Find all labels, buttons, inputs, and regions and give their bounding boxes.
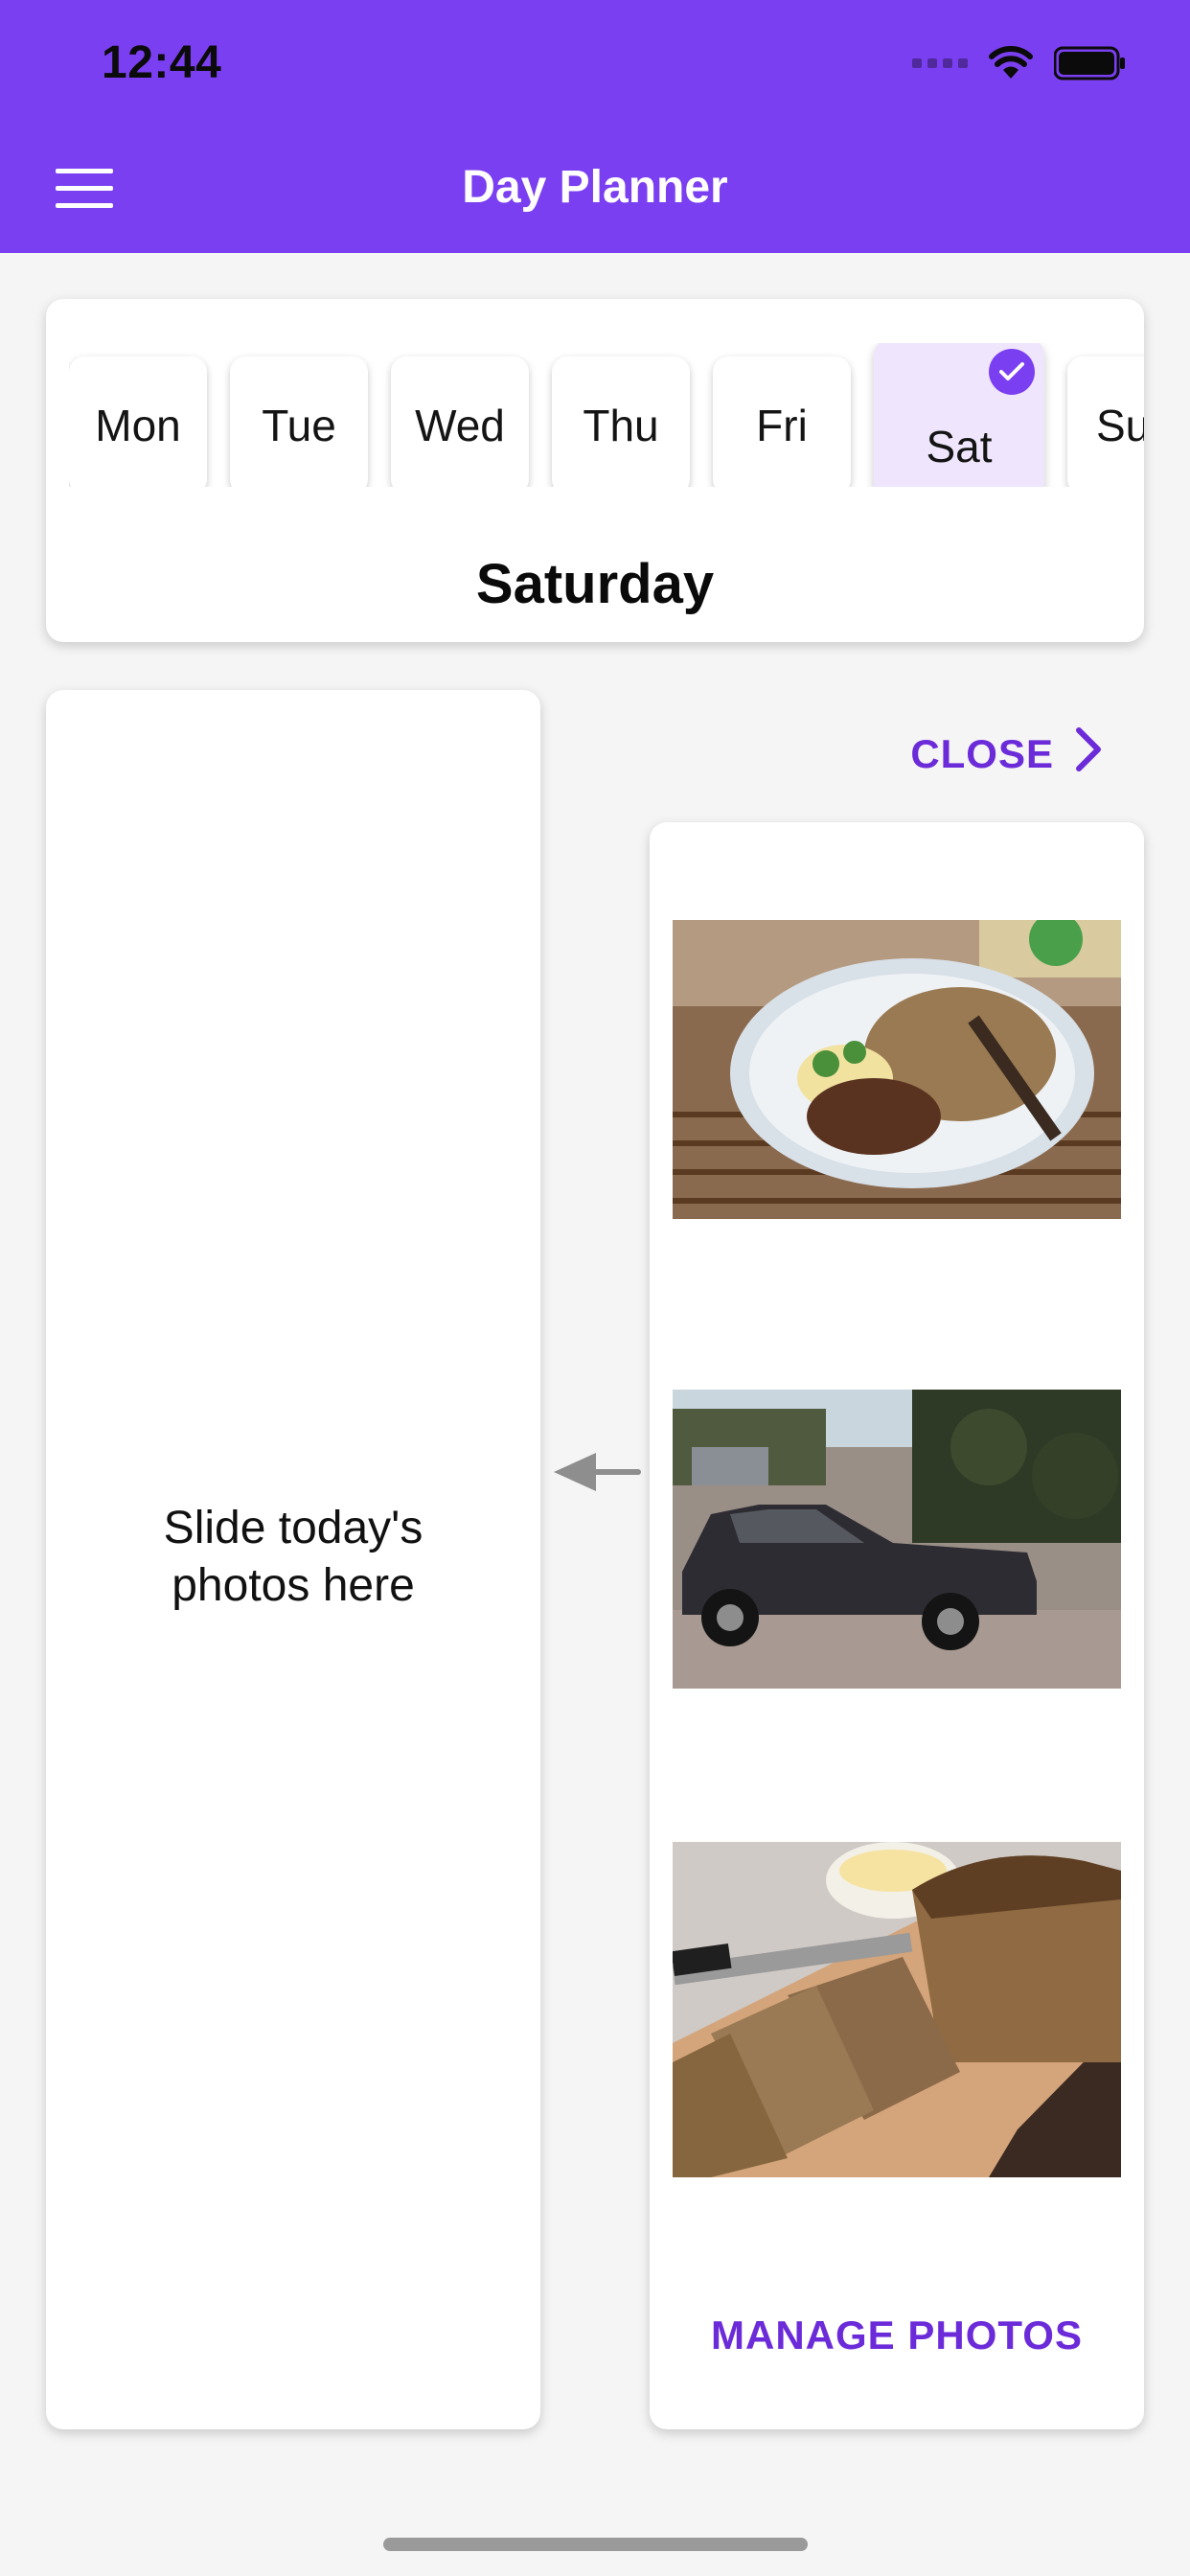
photo-panel: MANAGE PHOTOS bbox=[650, 822, 1144, 2429]
day-chip-label: Wed bbox=[415, 401, 505, 450]
home-indicator[interactable] bbox=[383, 2538, 808, 2551]
day-chip-wed[interactable]: Wed bbox=[391, 356, 529, 487]
day-chip-tue[interactable]: Tue bbox=[230, 356, 368, 487]
app-bar: 12:44 Day Planner bbox=[0, 0, 1190, 253]
battery-icon bbox=[1054, 46, 1127, 80]
cellular-signal-icon bbox=[912, 58, 968, 68]
app-title: Day Planner bbox=[462, 162, 728, 213]
day-chip-label: Tue bbox=[262, 401, 336, 450]
day-chip-label: Su bbox=[1096, 401, 1144, 450]
close-button[interactable]: CLOSE bbox=[910, 726, 1102, 782]
photo-drop-zone[interactable]: Slide today's photos here bbox=[46, 690, 540, 2429]
wifi-icon bbox=[989, 46, 1033, 80]
plate-of-food-photo[interactable] bbox=[673, 920, 1121, 1219]
check-icon bbox=[989, 349, 1035, 395]
chevron-right-icon bbox=[1075, 726, 1102, 782]
day-chip-fri[interactable]: Fri bbox=[713, 356, 851, 487]
day-chip-label: Fri bbox=[756, 401, 808, 450]
day-selector-card: Mon Tue Wed Thu Fri Sat Su Saturday bbox=[46, 299, 1144, 642]
arrow-left-icon bbox=[552, 1447, 644, 1502]
close-label: CLOSE bbox=[910, 731, 1054, 776]
status-time: 12:44 bbox=[102, 37, 222, 88]
day-chip-label: Mon bbox=[95, 401, 181, 450]
day-chip-sat[interactable]: Sat bbox=[874, 343, 1044, 487]
day-chip-mon[interactable]: Mon bbox=[69, 356, 207, 487]
drop-zone-hint: Slide today's photos here bbox=[163, 1503, 423, 1611]
old-car-photo[interactable] bbox=[673, 1390, 1121, 1689]
day-chip-label: Thu bbox=[583, 401, 659, 450]
day-chip-sun[interactable]: Su bbox=[1067, 356, 1144, 487]
manage-photos-button[interactable]: MANAGE PHOTOS bbox=[650, 2312, 1144, 2358]
day-chip-label: Sat bbox=[926, 422, 993, 472]
status-icons bbox=[912, 44, 1127, 82]
day-chip-strip[interactable]: Mon Tue Wed Thu Fri Sat Su bbox=[69, 343, 1144, 487]
selected-day-title: Saturday bbox=[475, 553, 715, 615]
day-chip-thu[interactable]: Thu bbox=[552, 356, 690, 487]
bread-loaf-photo[interactable] bbox=[673, 1842, 1121, 2177]
